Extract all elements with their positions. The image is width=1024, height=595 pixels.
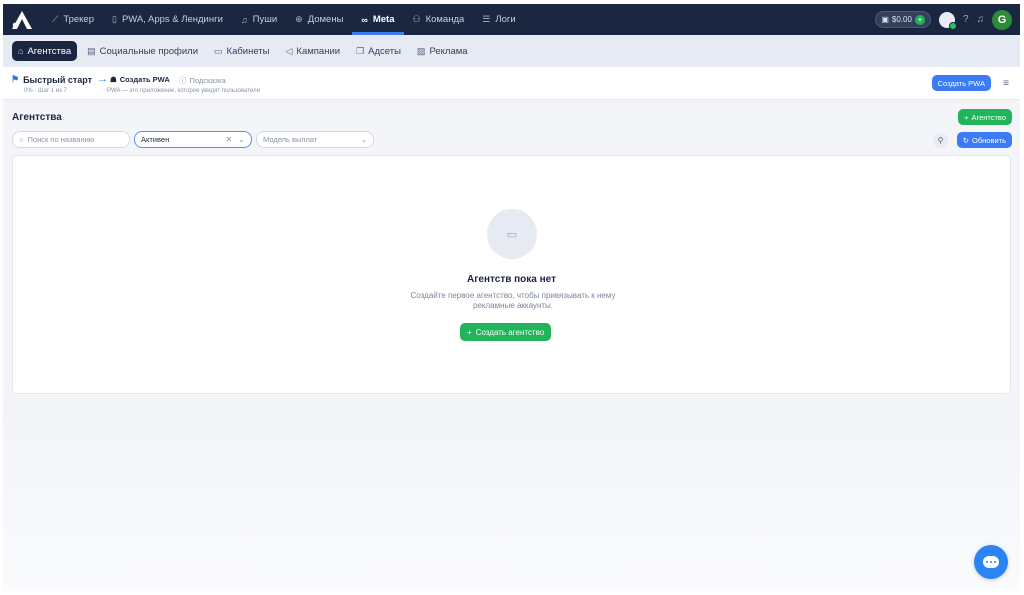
refresh-button[interactable]: ↻ Обновить	[956, 132, 1012, 148]
quickstart-step-label: Создать PWA	[119, 75, 170, 84]
payout-model-placeholder: Модель выплат	[263, 135, 318, 144]
tab-adsets[interactable]: ❐ Адсеты	[350, 41, 407, 61]
support-chat-button[interactable]	[974, 545, 1008, 579]
nav-item-label: Домены	[307, 14, 344, 25]
plus-icon: +	[467, 327, 472, 337]
add-agency-button[interactable]: + Агентство	[958, 109, 1012, 125]
arrow-right-icon: →	[97, 73, 108, 85]
empty-state-description: Создайте первое агентство, чтобы привязы…	[410, 291, 616, 310]
nav-item-push[interactable]: ♫ Пуши	[232, 4, 286, 35]
top-navbar: ⟋ Трекер ▯ PWA, Apps & Лендинги ♫ Пуши ⊕ Дом…	[3, 4, 1020, 35]
nav-item-domains[interactable]: ⊕ Домены	[286, 4, 352, 35]
refresh-label: Обновить	[972, 135, 1006, 145]
quickstart-hint-label: Подсказка	[189, 76, 226, 85]
logo-icon[interactable]	[9, 7, 35, 33]
tab-label: Социальные профили	[99, 45, 199, 57]
nav-item-tracker[interactable]: ⟋ Трекер	[43, 4, 103, 35]
menu-icon[interactable]: ≡	[1003, 78, 1009, 89]
tab-label: Реклама	[429, 45, 468, 57]
status-controls: ✕ ⌄	[226, 135, 245, 144]
nav-item-pwa[interactable]: ▯ PWA, Apps & Лендинги	[103, 4, 232, 35]
android-icon: ☗	[110, 75, 117, 84]
plus-icon: +	[964, 112, 969, 122]
nav-item-label: Команда	[425, 14, 465, 25]
tab-social-profiles[interactable]: ▤ Социальные профили	[81, 41, 204, 61]
tab-ads[interactable]: ▨ Реклама	[411, 41, 474, 61]
quickstart-bar: ⚑ Быстрый старт 0% · Шаг 1 из 7 → ☗ Созд…	[3, 67, 1020, 100]
layers-icon: ❐	[356, 45, 365, 56]
balance-widget[interactable]: ▣ $0.00 +	[875, 11, 931, 28]
briefcase-icon: ▭	[214, 45, 223, 56]
nav-item-label: Трекер	[63, 14, 94, 25]
status-select[interactable]: Активен ✕ ⌄	[134, 131, 252, 148]
nav-item-team[interactable]: ⚇ Команда	[404, 4, 474, 35]
add-agency-label: Агентство	[971, 112, 1007, 122]
image-icon: ▨	[416, 45, 426, 56]
quickstart-description: PWA — это приложение, которое увидят пол…	[107, 88, 260, 94]
search-input[interactable]: ○ Поиск по названию	[12, 131, 130, 148]
question-circle-icon: ⓘ	[179, 76, 187, 85]
create-pwa-button[interactable]: Создать PWA	[931, 75, 991, 91]
status-value: Активен	[141, 135, 170, 144]
quickstart-title: ⚑ Быстрый старт	[11, 74, 92, 85]
top-nav-right: ▣ $0.00 + ? ♫ G	[875, 4, 1012, 35]
nav-item-label: Логи	[495, 14, 516, 25]
list-icon: ☰	[482, 14, 491, 24]
nav-item-label: Пуши	[252, 14, 278, 25]
chart-line-icon: ⟋	[52, 14, 59, 24]
quickstart-hint[interactable]: ⓘ Подсказка	[179, 75, 226, 86]
tab-label: Кампании	[296, 45, 341, 57]
notification-bell-icon[interactable]: ♫	[977, 14, 985, 25]
tab-label: Кабинеты	[226, 45, 270, 57]
flag-icon: ⚑	[11, 74, 20, 84]
clear-icon[interactable]: ✕	[226, 135, 233, 144]
page-background	[3, 402, 1020, 591]
tab-label: Агентства	[27, 45, 72, 57]
quickstart-title-text: Быстрый старт	[23, 74, 93, 85]
chevron-down-icon[interactable]: ⌄	[238, 135, 245, 144]
user-avatar[interactable]: G	[992, 9, 1012, 30]
megaphone-icon: ◁	[285, 45, 293, 56]
plus-circle-icon[interactable]: +	[914, 14, 925, 25]
id-card-icon: ▤	[87, 45, 96, 56]
search-icon: ○	[19, 135, 24, 144]
chat-icon	[983, 556, 999, 568]
page-title: Агентства	[12, 112, 62, 123]
filter-clear-icon[interactable]: ⚲	[933, 133, 948, 148]
tab-agencies[interactable]: ⌂ Агентства	[12, 41, 78, 61]
refresh-icon: ↻	[962, 135, 970, 145]
create-agency-label: Создать агентство	[475, 327, 545, 337]
agencies-card: ▭ Агентств пока нет Создайте первое аген…	[12, 155, 1011, 394]
payout-model-select[interactable]: Модель выплат ⌄	[256, 131, 374, 148]
bell-icon: ♫	[240, 14, 248, 25]
app-frame: ⟋ Трекер ▯ PWA, Apps & Лендинги ♫ Пуши ⊕ Дом…	[3, 4, 1020, 591]
quickstart-step[interactable]: ☗ Создать PWA	[110, 75, 170, 84]
chevron-down-icon: ⌄	[360, 135, 367, 144]
users-icon: ⚇	[412, 14, 421, 24]
sub-navbar: ⌂ Агентства ▤ Социальные профили ▭ Кабинеты…	[3, 35, 1020, 67]
empty-state-title: Агентств пока нет	[467, 274, 556, 285]
globe-icon: ⊕	[295, 14, 303, 24]
nav-item-label: PWA, Apps & Лендинги	[121, 14, 223, 25]
nav-item-meta[interactable]: ∞ Meta	[352, 4, 404, 35]
phone-icon: ▯	[111, 14, 117, 24]
wallet-icon: ▣	[881, 15, 889, 24]
create-agency-button[interactable]: + Создать агентство	[460, 323, 552, 341]
empty-state-illustration: ▭	[487, 209, 537, 259]
search-placeholder: Поиск по названию	[27, 135, 95, 144]
tab-label: Адсеты	[368, 45, 401, 57]
bot-status-icon[interactable]	[938, 11, 957, 30]
nav-item-logs[interactable]: ☰ Логи	[473, 4, 524, 35]
help-icon[interactable]: ?	[963, 14, 969, 25]
top-nav-items: ⟋ Трекер ▯ PWA, Apps & Лендинги ♫ Пуши ⊕ Дом…	[43, 4, 525, 35]
bank-icon: ⌂	[18, 46, 24, 56]
infinity-icon: ∞	[361, 14, 368, 25]
nav-item-label: Meta	[372, 14, 395, 25]
tab-campaigns[interactable]: ◁ Кампании	[280, 41, 347, 61]
balance-value: $0.00	[891, 15, 912, 24]
quickstart-progress: 0% · Шаг 1 из 7	[24, 88, 67, 94]
tab-ad-accounts[interactable]: ▭ Кабинеты	[208, 41, 275, 61]
briefcase-icon: ▭	[506, 228, 518, 241]
